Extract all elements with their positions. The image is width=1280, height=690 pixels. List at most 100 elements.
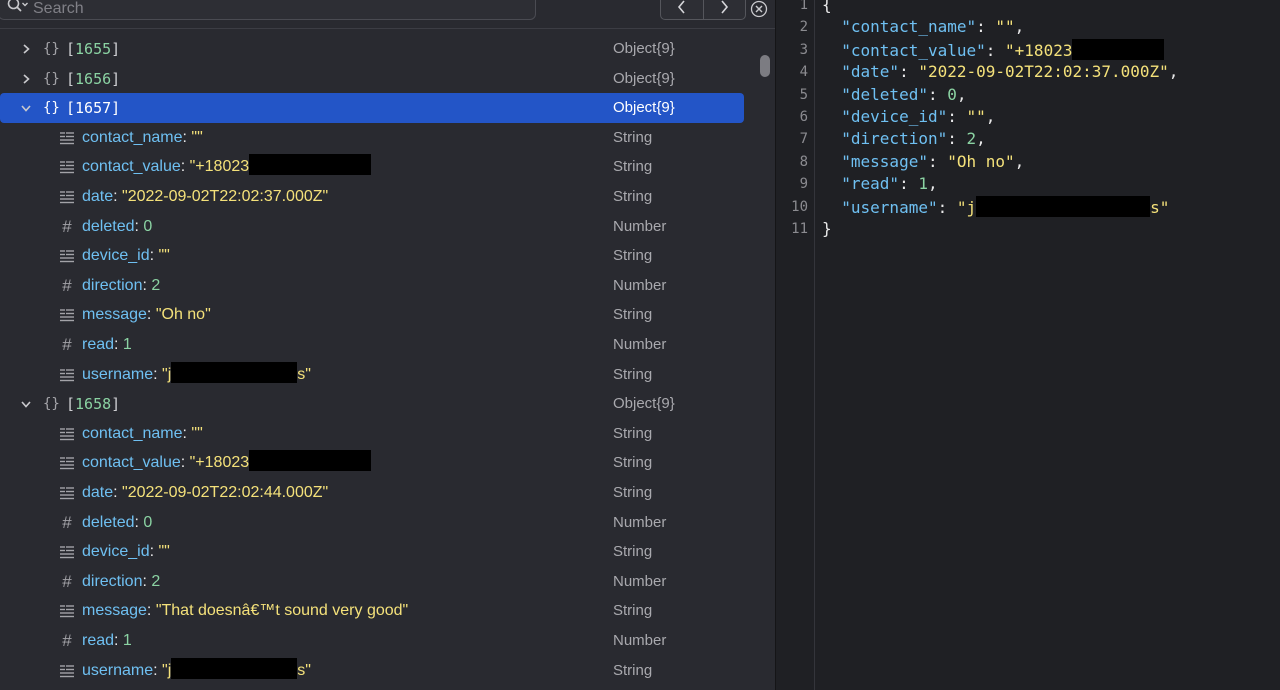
search-input[interactable] (33, 0, 513, 18)
line-number: 6 (799, 109, 808, 125)
scrollbar-thumb[interactable] (760, 55, 770, 77)
json-value: "j (956, 197, 977, 217)
json-key: "contact_value" (841, 40, 986, 60)
field-key: device_id (82, 543, 150, 561)
field-key: contact_value (82, 454, 181, 472)
field-row[interactable]: contact_name: "" String (0, 419, 744, 449)
line-number: 3 (799, 41, 808, 58)
chevron-left-icon (677, 0, 685, 14)
comma: , (976, 129, 986, 149)
colon: : (927, 84, 948, 104)
field-row[interactable]: # read: 1 Number (0, 330, 744, 360)
bracket-close: ] (111, 395, 121, 414)
clear-button[interactable] (750, 0, 768, 18)
json-value: "2022-09-02T22:02:37.000Z" (918, 62, 1169, 82)
bracket-close: ] (111, 99, 121, 118)
string-icon (58, 182, 76, 212)
code-line[interactable]: "contact_name": "", (822, 16, 1024, 38)
chevron-right-icon[interactable] (20, 64, 32, 94)
object-row[interactable]: {} [1655] Object{9} (0, 34, 744, 64)
colon: : (149, 543, 159, 561)
field-row[interactable]: # deleted: 0 Number (0, 212, 744, 242)
field-row[interactable]: contact_value: "+18023 String (0, 448, 744, 478)
field-value: "2022-09-02T22:02:37.000Z" (122, 188, 329, 205)
comma: , (1014, 17, 1025, 37)
field-key: username (82, 661, 154, 679)
field-text: device_id: "" (82, 241, 170, 271)
line-number: 7 (799, 131, 808, 148)
field-text: deleted: 0 (82, 508, 152, 538)
field-row[interactable]: # direction: 2 Number (0, 271, 744, 301)
chevron-down-icon[interactable] (20, 93, 32, 123)
bracket-open: [ (66, 40, 76, 58)
json-value: "Oh no" (947, 151, 1015, 171)
field-row[interactable]: contact_name: "" String (0, 123, 744, 153)
comma: , (956, 84, 967, 104)
code-line[interactable]: "date": "2022-09-02T22:02:37.000Z", (822, 61, 1178, 83)
field-row[interactable]: # read: 1 Number (0, 626, 744, 656)
code-line[interactable]: "deleted": 0, (822, 84, 967, 106)
redaction-box (249, 450, 372, 472)
field-row[interactable]: device_id: "" String (0, 241, 744, 271)
json-key: "device_id" (841, 107, 948, 126)
field-value: "+18023 (189, 454, 250, 472)
object-row[interactable]: {} [1657] Object{9} (0, 93, 744, 124)
code-line[interactable]: "device_id": "", (822, 106, 995, 128)
field-value: 2 (151, 572, 161, 590)
braces-icon: {} (43, 41, 60, 57)
comma: , (985, 107, 996, 126)
json-value: "" (966, 107, 986, 126)
code-line[interactable]: } (822, 218, 832, 240)
field-row[interactable]: date: "2022-09-02T22:02:44.000Z" String (0, 478, 744, 508)
json-key: "contact_name" (841, 17, 977, 37)
json-value: "+18023 (1005, 40, 1073, 60)
field-row[interactable]: username: "j s" String (0, 656, 744, 686)
field-row[interactable]: contact_value: "+18023 String (0, 152, 744, 182)
value-type: Number (613, 336, 667, 353)
field-key: read (82, 632, 115, 649)
field-value: "" (191, 424, 203, 442)
string-icon (58, 419, 76, 449)
field-text: device_id: "" (82, 537, 170, 567)
string-icon (58, 448, 76, 478)
search-icon[interactable] (7, 0, 29, 13)
json-key: "deleted" (841, 84, 928, 104)
line-number: 4 (799, 64, 808, 81)
comma: , (927, 174, 938, 194)
code-line[interactable]: "username": "j s" (822, 195, 1169, 218)
json-value: 2 (966, 129, 977, 149)
value-type: Object{9} (613, 395, 675, 413)
code-line[interactable]: { (822, 0, 832, 16)
object-row[interactable]: {} [1656] Object{9} (0, 64, 744, 94)
field-text: contact_name: "" (82, 123, 203, 153)
colon: : (149, 247, 159, 265)
field-row[interactable]: # direction: 2 Number (0, 567, 744, 597)
bracket-open: [ (66, 69, 76, 88)
chevron-down-icon[interactable] (20, 389, 32, 419)
colon: : (153, 365, 163, 383)
code-line[interactable]: "message": "Oh no", (822, 151, 1024, 173)
string-icon (58, 300, 76, 330)
colon: : (947, 107, 967, 126)
previous-button[interactable] (661, 0, 703, 19)
code-line[interactable]: "direction": 2, (822, 128, 986, 150)
object-row[interactable]: {} [1658] Object{9} (0, 389, 744, 419)
field-row[interactable]: username: "j s" String (0, 360, 744, 390)
index-value: 1656 (75, 69, 112, 88)
field-value-suffix: s" (297, 365, 311, 383)
field-row[interactable]: # deleted: 0 Number (0, 508, 744, 538)
json-value: 1 (918, 174, 928, 194)
value-type: String (613, 484, 653, 501)
field-value: 0 (143, 513, 153, 531)
search-box[interactable] (0, 0, 536, 20)
code-line[interactable]: "read": 1, (822, 173, 938, 195)
chevron-right-icon[interactable] (20, 34, 32, 64)
code-line[interactable]: "contact_value": "+18023 (822, 38, 1165, 61)
field-row[interactable]: date: "2022-09-02T22:02:37.000Z" String (0, 182, 744, 212)
field-row[interactable]: device_id: "" String (0, 537, 744, 567)
field-row[interactable]: message: "Oh no" String (0, 300, 744, 330)
string-icon (58, 360, 76, 390)
field-row[interactable]: message: "That doesnâ€™t sound very good… (0, 596, 744, 626)
next-button[interactable] (702, 0, 746, 19)
